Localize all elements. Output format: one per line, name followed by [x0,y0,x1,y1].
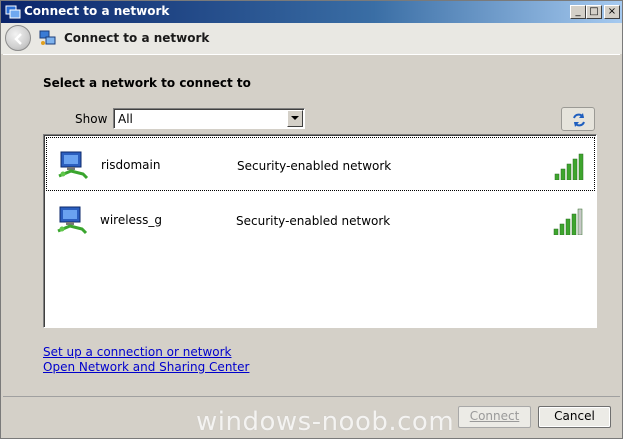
refresh-button[interactable] [561,107,595,131]
dialog-footer: windows-noob.com Connect Cancel [3,396,620,438]
network-icon [5,5,21,19]
back-button[interactable] [5,25,31,51]
chevron-down-icon [291,116,299,120]
network-name: risdomain [101,158,161,172]
close-button[interactable]: × [604,5,620,19]
signal-strength-icon [554,153,584,180]
signal-bar [565,218,571,235]
cancel-button[interactable]: Cancel [538,406,611,428]
signal-bar [578,153,584,180]
network-security: Security-enabled network [236,214,391,228]
back-arrow-icon [14,33,22,45]
navigation-bar: Connect to a network [1,23,622,54]
signal-bar [559,223,565,235]
main-content: Select a network to connect to Show All [3,54,620,396]
setup-connection-link[interactable]: Set up a connection or network [43,345,231,359]
wireless-network-icon [58,151,89,180]
signal-bar [566,163,572,180]
connect-button[interactable]: Connect [458,406,531,428]
signal-bar [577,208,583,235]
network-list[interactable]: risdomain Security-enabled network wirel… [43,134,597,328]
watermark-text: windows-noob.com [196,407,455,437]
signal-bar [553,228,559,235]
show-filter-dropdown[interactable]: All [113,108,305,129]
network-name: wireless_g [100,213,163,227]
signal-bar [571,213,577,235]
maximize-button[interactable]: □ [586,5,602,19]
connect-network-window: Connect to a network _ □ × Connect to a … [0,0,623,439]
window-title: Connect to a network [24,4,170,18]
signal-bar [572,158,578,180]
network-security: Security-enabled network [237,159,392,173]
page-title: Connect to a network [64,31,210,45]
show-selected-value: All [118,112,133,126]
show-label: Show [75,112,108,126]
refresh-icon [573,113,585,127]
signal-strength-icon [553,208,583,235]
dropdown-arrow-button[interactable] [287,110,303,127]
wireless-network-icon [57,206,88,235]
title-bar[interactable]: Connect to a network _ □ × [1,1,622,23]
network-row-risdomain[interactable]: risdomain Security-enabled network [46,137,595,191]
minimize-button[interactable]: _ [570,5,586,19]
connect-button-label: Connect [469,409,520,423]
signal-bar [554,173,560,180]
network-sharing-center-link[interactable]: Open Network and Sharing Center [43,360,249,374]
network-connection-icon [39,30,56,45]
network-row-wireless-g[interactable]: wireless_g Security-enabled network [46,193,595,247]
signal-bar [560,168,566,180]
section-heading: Select a network to connect to [43,76,251,90]
